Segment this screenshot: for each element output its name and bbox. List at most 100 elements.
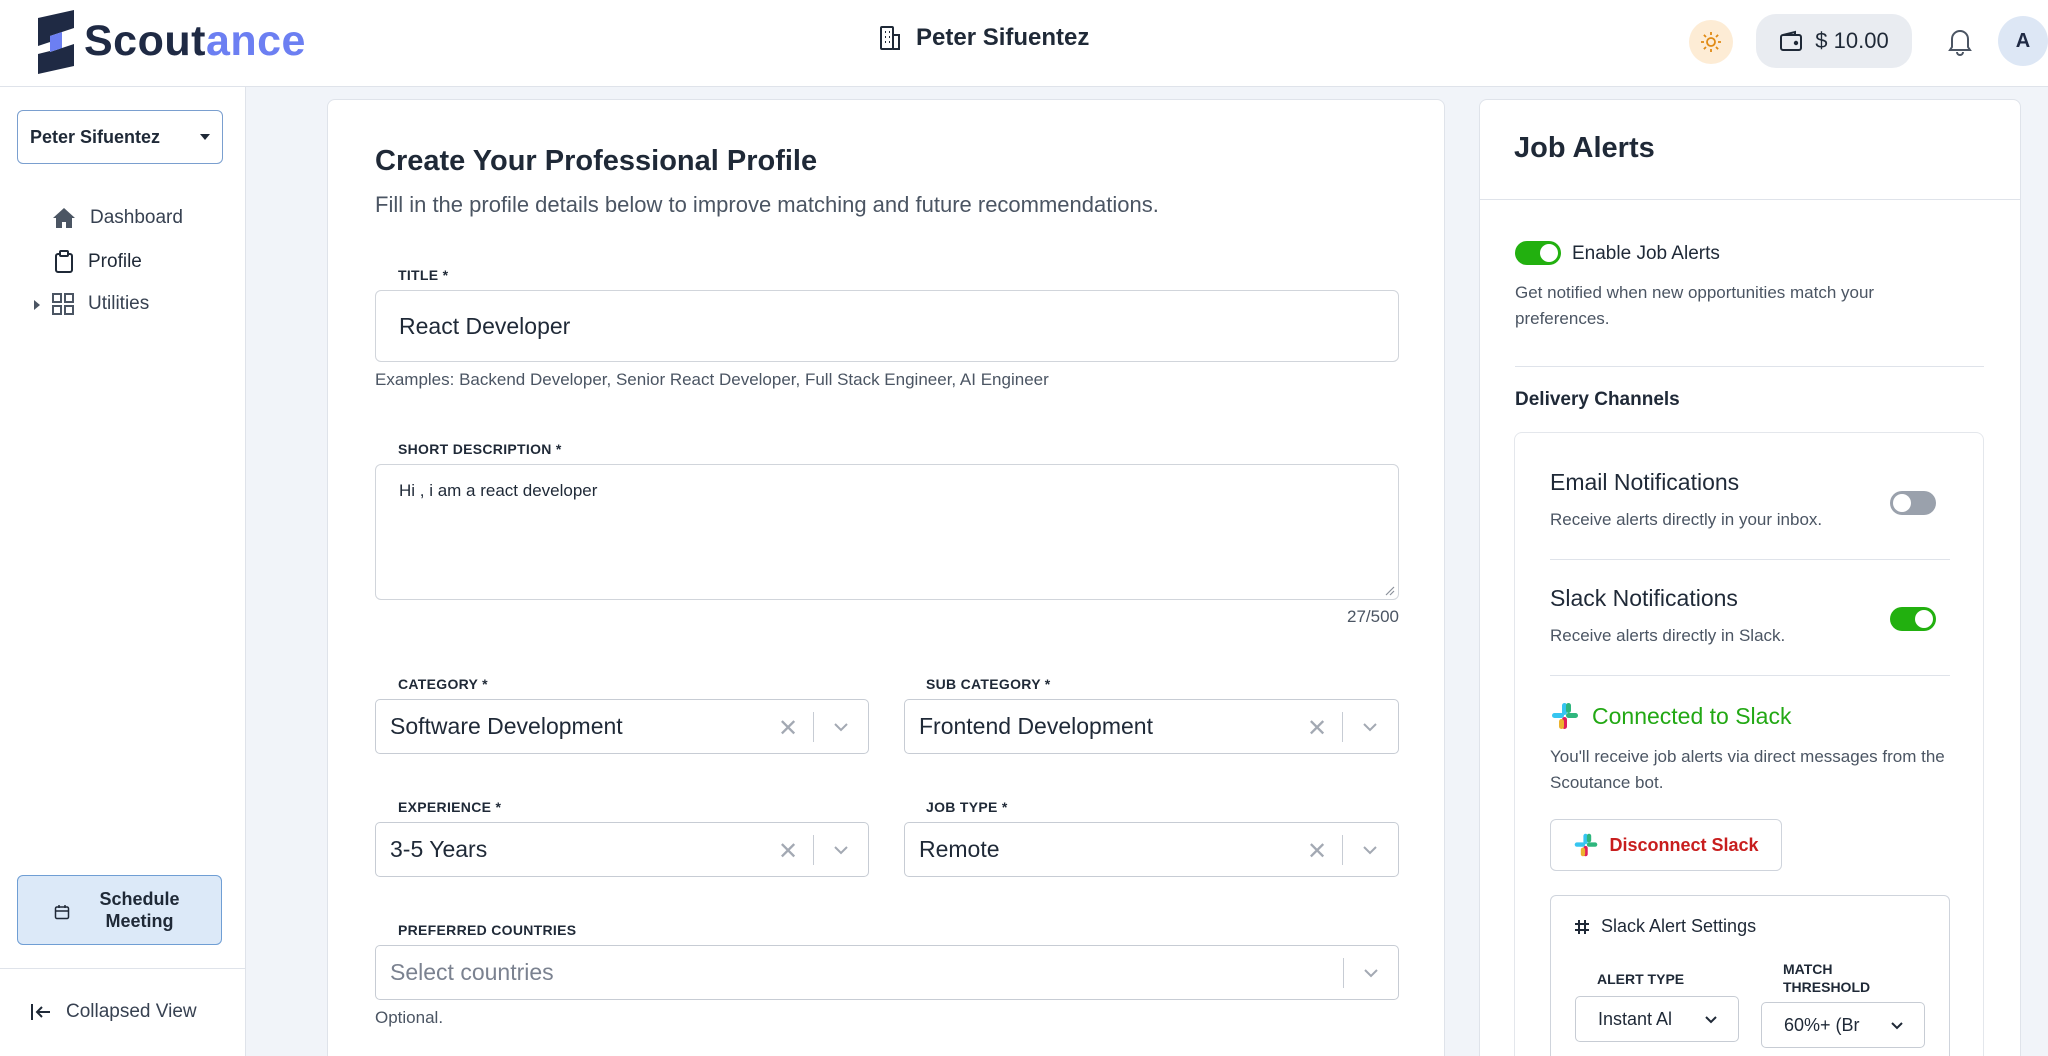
collapsed-view-label: Collapsed View: [66, 1001, 197, 1022]
alert-type-label: ALERT TYPE: [1597, 971, 1685, 987]
job-alerts-divider: [1480, 199, 2020, 200]
clear-icon[interactable]: ✕: [1307, 714, 1327, 743]
caret-down-icon: [200, 134, 210, 140]
countries-label: PREFERRED COUNTRIES: [398, 922, 577, 938]
slack-notifications-toggle[interactable]: [1890, 607, 1936, 631]
scoutance-logo[interactable]: Scoutance: [36, 8, 306, 74]
wallet-balance-button[interactable]: $ 10.00: [1756, 14, 1912, 68]
chevron-down-icon[interactable]: [832, 841, 850, 859]
job-type-select[interactable]: Remote ✕: [904, 822, 1399, 877]
sidebar-item-profile[interactable]: Profile: [30, 250, 142, 274]
alert-type-select[interactable]: Instant Al: [1575, 996, 1739, 1042]
clear-icon[interactable]: ✕: [778, 714, 798, 743]
slack-alert-settings-title: Slack Alert Settings: [1573, 916, 1756, 937]
building-icon: [880, 26, 900, 50]
wallet-icon: [1780, 30, 1803, 51]
sidebar-item-dashboard[interactable]: Dashboard: [30, 207, 183, 229]
title-field-label: TITLE *: [398, 267, 449, 283]
sub-category-select[interactable]: Frontend Development ✕: [904, 699, 1399, 754]
chevron-down-icon[interactable]: [1361, 718, 1379, 736]
slack-notifications-title: Slack Notifications: [1550, 585, 1738, 611]
channel-divider: [1550, 675, 1950, 676]
enable-job-alerts-label: Enable Job Alerts: [1572, 243, 1720, 264]
logo-text-part2: ance: [205, 16, 306, 65]
select-separator: [813, 712, 814, 742]
clipboard-icon: [55, 250, 73, 273]
chevron-down-icon[interactable]: [1362, 964, 1380, 982]
title-input[interactable]: React Developer: [375, 290, 1399, 362]
slack-notifications-description: Receive alerts directly in Slack.: [1550, 626, 1786, 645]
settings-title-text: Slack Alert Settings: [1601, 916, 1757, 936]
user-select-value: Peter Sifuentez: [30, 126, 161, 147]
bell-icon: [1948, 30, 1972, 56]
select-separator: [1342, 712, 1343, 742]
category-value: Software Development: [390, 713, 623, 739]
sidebar-item-label: Dashboard: [90, 207, 183, 228]
match-threshold-value: 60%+ (Br: [1784, 1014, 1860, 1035]
experience-label: EXPERIENCE *: [398, 799, 502, 815]
org-name-text: Peter Sifuentez: [916, 24, 1090, 51]
alert-type-value: Instant Al: [1598, 1008, 1673, 1029]
home-icon: [53, 208, 75, 228]
countries-select[interactable]: Select countries: [375, 945, 1399, 1000]
disconnect-slack-label: Disconnect Slack: [1609, 834, 1759, 855]
top-header: Scoutance Peter Sifuentez $ 10.00 A: [0, 0, 2048, 87]
clear-icon[interactable]: ✕: [778, 837, 798, 866]
category-label: CATEGORY *: [398, 676, 488, 692]
email-notifications-title: Email Notifications: [1550, 469, 1740, 495]
enable-job-alerts-toggle[interactable]: [1515, 241, 1561, 265]
collapse-left-icon: [31, 1004, 50, 1020]
resize-handle-icon[interactable]: [1383, 584, 1395, 596]
description-textarea[interactable]: Hi , i am a react developer: [375, 464, 1399, 600]
organization-name: Peter Sifuentez: [878, 24, 1089, 52]
chevron-down-icon[interactable]: [832, 718, 850, 736]
sidebar: Peter Sifuentez Dashboard Profile Utilit…: [0, 87, 246, 1056]
connected-to-slack-label: Connected to Slack: [1592, 702, 1792, 729]
chevron-down-icon: [1891, 1022, 1903, 1030]
toggle-knob: [1540, 244, 1558, 262]
slack-connected-status: Connected to Slack: [1550, 701, 1791, 731]
select-separator: [813, 835, 814, 865]
experience-value: 3-5 Years: [390, 836, 488, 862]
sidebar-item-utilities[interactable]: Utilities: [30, 293, 149, 315]
clear-icon[interactable]: ✕: [1307, 837, 1327, 866]
slack-logo-icon: [1552, 703, 1578, 729]
user-avatar[interactable]: A: [1998, 16, 2048, 66]
logo-text: Scoutance: [84, 17, 306, 66]
title-helper-text: Examples: Backend Developer, Senior Reac…: [375, 370, 1049, 389]
select-separator: [1342, 835, 1343, 865]
countries-helper-text: Optional.: [375, 1008, 444, 1027]
grid-icon: [52, 293, 74, 315]
logo-text-part1: Scout: [84, 16, 206, 65]
disconnect-slack-button[interactable]: Disconnect Slack: [1550, 819, 1782, 871]
sub-category-label: SUB CATEGORY *: [926, 676, 1051, 692]
toggle-knob: [1915, 610, 1933, 628]
channel-divider: [1550, 559, 1950, 560]
page-title: Create Your Professional Profile: [375, 145, 818, 177]
experience-select[interactable]: 3-5 Years ✕: [375, 822, 869, 877]
category-select[interactable]: Software Development ✕: [375, 699, 869, 754]
theme-toggle-button[interactable]: [1689, 20, 1733, 64]
description-value: Hi , i am a react developer: [399, 481, 598, 500]
schedule-meeting-button[interactable]: Schedule Meeting: [17, 875, 222, 945]
job-alerts-card: Job Alerts Enable Job Alerts Get notifie…: [1479, 99, 2021, 1056]
connected-to-slack-description: You'll receive job alerts via direct mes…: [1550, 747, 1945, 792]
email-notifications-description: Receive alerts directly in your inbox.: [1550, 510, 1823, 529]
sub-category-value: Frontend Development: [919, 713, 1153, 739]
toggle-knob: [1893, 494, 1911, 512]
delivery-channels-title: Delivery Channels: [1515, 389, 1680, 410]
sun-icon: [1701, 32, 1721, 52]
sidebar-item-label: Profile: [88, 251, 142, 272]
user-select-dropdown[interactable]: Peter Sifuentez: [17, 110, 223, 164]
email-notifications-toggle[interactable]: [1890, 491, 1936, 515]
chevron-down-icon[interactable]: [1361, 841, 1379, 859]
slack-hash-icon: [1575, 919, 1589, 934]
notifications-button[interactable]: [1946, 26, 1974, 61]
chevron-down-icon: [1705, 1016, 1717, 1024]
schedule-meeting-label: Schedule Meeting: [99, 889, 180, 931]
collapse-sidebar-button[interactable]: Collapsed View: [30, 1001, 197, 1023]
sidebar-divider: [0, 968, 246, 969]
profile-form-card: Create Your Professional Profile Fill in…: [327, 99, 1445, 1056]
match-threshold-select[interactable]: 60%+ (Br: [1761, 1002, 1925, 1048]
match-threshold-label: MATCH THRESHOLD: [1783, 961, 1871, 995]
